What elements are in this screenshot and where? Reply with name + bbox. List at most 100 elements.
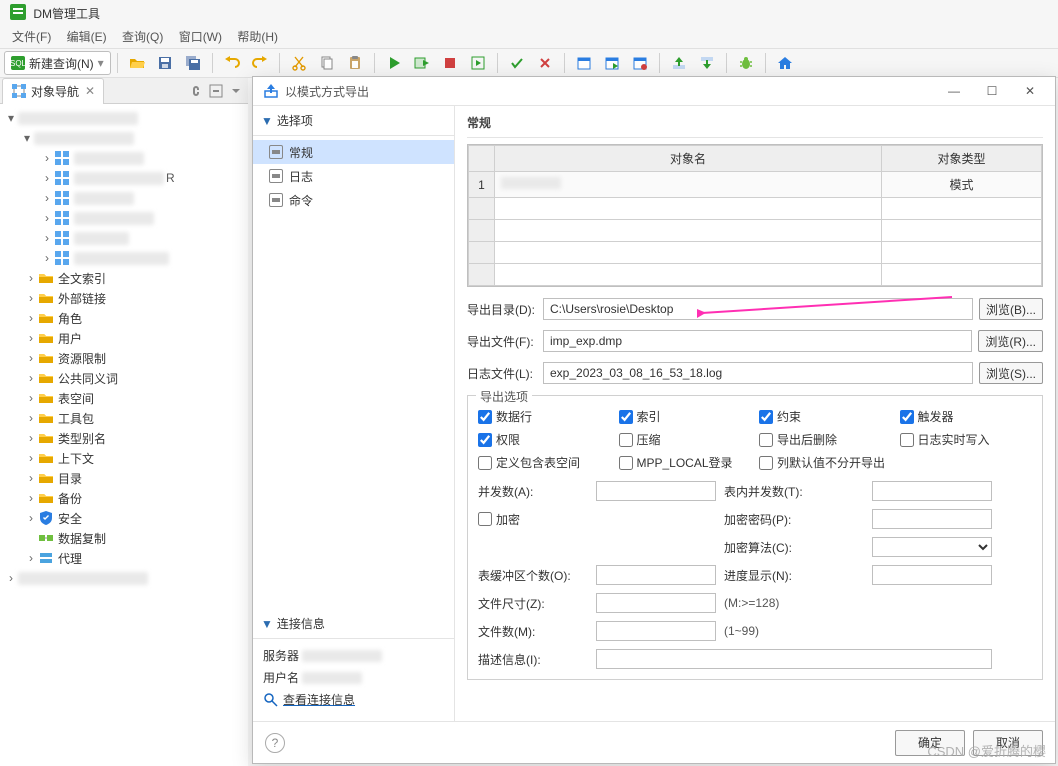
- log-file-input[interactable]: [543, 362, 973, 384]
- enc-pwd-input[interactable]: [872, 509, 992, 529]
- link-icon[interactable]: [188, 83, 204, 99]
- dialog-title: 以模式方式导出: [285, 83, 369, 100]
- calendar3-icon[interactable]: [627, 51, 653, 75]
- menu-query[interactable]: 查询(Q): [116, 26, 169, 47]
- opt-cmd[interactable]: 命令: [253, 188, 454, 212]
- bug-icon[interactable]: [733, 51, 759, 75]
- app-icon: [10, 4, 26, 20]
- tree-item: ›安全: [0, 508, 248, 528]
- minimize-button[interactable]: —: [939, 80, 969, 102]
- export-options-group: 导出选项 数据行 索引 约束 触发器 权限 压缩 导出后删除 日志实时写入 定义…: [467, 395, 1043, 680]
- export-file-label: 导出文件(F):: [467, 333, 537, 350]
- cb-mpp-local[interactable]: MPP_LOCAL登录: [619, 454, 752, 471]
- general-head: 常规: [455, 106, 1055, 135]
- save-all-icon[interactable]: [180, 51, 206, 75]
- collapse-icon[interactable]: [208, 83, 224, 99]
- tree-item: ›工具包: [0, 408, 248, 428]
- save-icon[interactable]: [152, 51, 178, 75]
- menu-window[interactable]: 窗口(W): [173, 26, 228, 47]
- inner-concurrency-input[interactable]: [872, 481, 992, 501]
- concurrency-input[interactable]: [596, 481, 716, 501]
- agent-icon: [38, 550, 54, 566]
- toolbar: SQL 新建查询(N) ▾: [0, 48, 1058, 78]
- file-count-input[interactable]: [596, 621, 716, 641]
- folder-icon: [38, 270, 54, 286]
- opt-log[interactable]: 日志: [253, 164, 454, 188]
- menu-help[interactable]: 帮助(H): [231, 26, 284, 47]
- shield-icon: [38, 510, 54, 526]
- enc-alg-select[interactable]: [872, 537, 992, 557]
- cb-trigger[interactable]: 触发器: [900, 408, 1033, 425]
- maximize-button[interactable]: ☐: [977, 80, 1007, 102]
- step-into-icon[interactable]: [694, 51, 720, 75]
- cb-privilege[interactable]: 权限: [478, 431, 611, 448]
- copy-icon[interactable]: [314, 51, 340, 75]
- sql-icon: SQL: [11, 56, 25, 70]
- view-conn-link[interactable]: 查看连接信息: [263, 689, 355, 711]
- open-icon[interactable]: [124, 51, 150, 75]
- run-icon[interactable]: [381, 51, 407, 75]
- close-button[interactable]: ✕: [1015, 80, 1045, 102]
- rollback-icon[interactable]: [532, 51, 558, 75]
- window-title: DM管理工具: [33, 7, 100, 21]
- cancel-button[interactable]: 取消: [973, 730, 1043, 756]
- ok-button[interactable]: 确定: [895, 730, 965, 756]
- new-query-button[interactable]: SQL 新建查询(N) ▾: [4, 51, 111, 75]
- export-dir-input[interactable]: [543, 298, 973, 320]
- cb-index[interactable]: 索引: [619, 408, 752, 425]
- cb-default-skip[interactable]: 列默认值不分开导出: [759, 454, 892, 471]
- nav-tab[interactable]: 对象导航 ✕: [2, 78, 104, 104]
- export-file-input[interactable]: [543, 330, 972, 352]
- section-conn[interactable]: ▼ 连接信息: [253, 609, 454, 639]
- menu-icon[interactable]: [228, 83, 244, 99]
- dialog-footer: ? 确定 取消: [253, 721, 1055, 763]
- cb-data-rows[interactable]: 数据行: [478, 408, 611, 425]
- menu-file[interactable]: 文件(F): [6, 26, 57, 47]
- help-icon[interactable]: ?: [265, 733, 285, 753]
- dialog-right-pane: 常规 对象名对象类型 1模式 导出目录(D): 浏览(B)...: [455, 106, 1055, 721]
- browse-file-button[interactable]: 浏览(R)...: [978, 330, 1043, 352]
- file-size-input[interactable]: [596, 593, 716, 613]
- cb-compress[interactable]: 压缩: [619, 431, 752, 448]
- calendar1-icon[interactable]: [571, 51, 597, 75]
- step-out-icon[interactable]: [666, 51, 692, 75]
- tree-item: ›上下文: [0, 448, 248, 468]
- cb-drop-after[interactable]: 导出后删除: [759, 431, 892, 448]
- desc-input[interactable]: [596, 649, 992, 669]
- search-icon: [263, 692, 279, 708]
- cb-encrypt[interactable]: 加密: [478, 511, 588, 528]
- nav-tab-header: 对象导航 ✕: [0, 78, 248, 104]
- paste-icon[interactable]: [342, 51, 368, 75]
- run-selection-icon[interactable]: [465, 51, 491, 75]
- tree-item: 数据复制: [0, 528, 248, 548]
- calendar2-icon[interactable]: [599, 51, 625, 75]
- buffer-input[interactable]: [596, 565, 716, 585]
- close-icon[interactable]: ✕: [85, 84, 95, 98]
- run-script-icon[interactable]: [409, 51, 435, 75]
- cut-icon[interactable]: [286, 51, 312, 75]
- browse-dir-button[interactable]: 浏览(B)...: [979, 298, 1043, 320]
- tree-item: ›类型别名: [0, 428, 248, 448]
- redo-icon[interactable]: [247, 51, 273, 75]
- tree-item: ›备份: [0, 488, 248, 508]
- object-tree[interactable]: ▾ ▾ › ›R › › › › ›全文索引 ›外部链接 ›角色 ›用户 ›资源…: [0, 104, 248, 766]
- object-table[interactable]: 对象名对象类型 1模式: [467, 144, 1043, 287]
- undo-icon[interactable]: [219, 51, 245, 75]
- left-pane: 对象导航 ✕ ▾ ▾ › ›R › › › › ›全文索引 ›外部链接 ›角色 …: [0, 78, 248, 766]
- dialog-title-bar: 以模式方式导出 — ☐ ✕: [253, 77, 1055, 105]
- opt-general[interactable]: 常规: [253, 140, 454, 164]
- tree-item: ›公共同义词: [0, 368, 248, 388]
- conn-info: 服务器 用户名 查看连接信息: [253, 639, 454, 721]
- commit-icon[interactable]: [504, 51, 530, 75]
- cb-constraint[interactable]: 约束: [759, 408, 892, 425]
- cb-log-realtime[interactable]: 日志实时写入: [900, 431, 1033, 448]
- menu-bar: 文件(F) 编辑(E) 查询(Q) 窗口(W) 帮助(H): [0, 24, 1058, 48]
- progress-input[interactable]: [872, 565, 992, 585]
- cb-include-ts[interactable]: 定义包含表空间: [478, 454, 611, 471]
- menu-edit[interactable]: 编辑(E): [61, 26, 113, 47]
- stop-icon[interactable]: [437, 51, 463, 75]
- section-select[interactable]: ▼ 选择项: [253, 106, 454, 136]
- replication-icon: [38, 530, 54, 546]
- browse-log-button[interactable]: 浏览(S)...: [979, 362, 1043, 384]
- home-icon[interactable]: [772, 51, 798, 75]
